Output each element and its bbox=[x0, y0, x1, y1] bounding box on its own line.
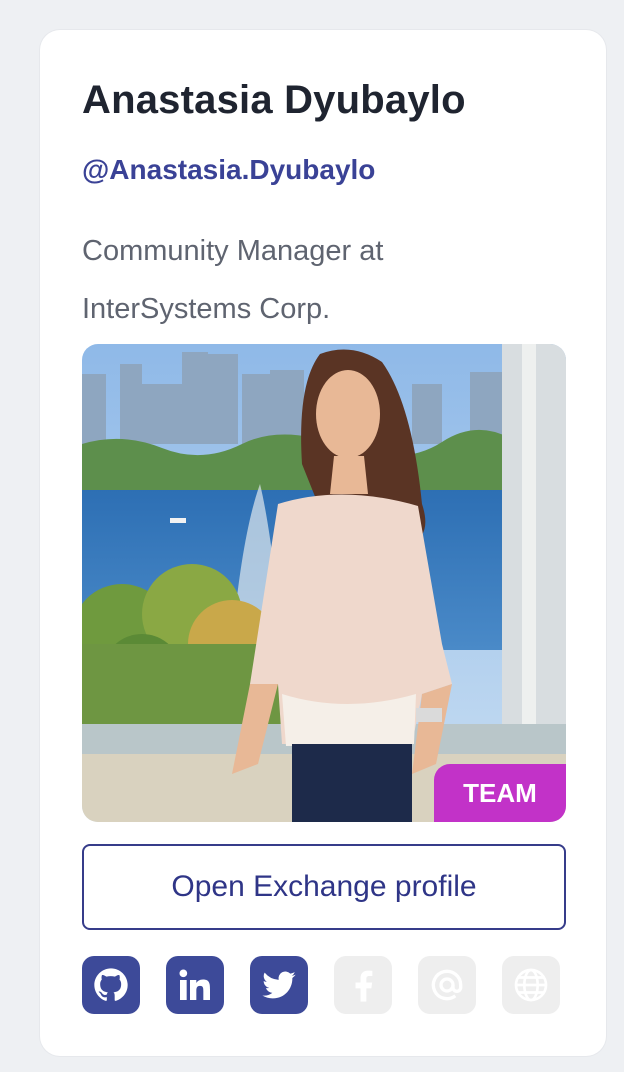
website-icon[interactable] bbox=[502, 956, 560, 1014]
profile-role: Community Manager at InterSystems Corp. bbox=[82, 235, 384, 325]
twitter-icon[interactable] bbox=[250, 956, 308, 1014]
linkedin-icon[interactable] bbox=[166, 956, 224, 1014]
social-links bbox=[82, 956, 560, 1014]
profile-photo-image bbox=[82, 344, 566, 822]
email-icon[interactable] bbox=[418, 956, 476, 1014]
profile-handle-link[interactable]: @Anastasia.Dyubaylo bbox=[82, 154, 375, 186]
open-exchange-profile-button[interactable]: Open Exchange profile bbox=[82, 844, 566, 930]
github-icon[interactable] bbox=[82, 956, 140, 1014]
profile-name: Anastasia Dyubaylo bbox=[82, 78, 466, 122]
profile-card: Anastasia Dyubaylo @Anastasia.Dyubaylo C… bbox=[40, 30, 606, 1056]
team-badge: TEAM bbox=[434, 764, 566, 822]
facebook-icon[interactable] bbox=[334, 956, 392, 1014]
profile-photo[interactable]: TEAM bbox=[82, 344, 566, 822]
